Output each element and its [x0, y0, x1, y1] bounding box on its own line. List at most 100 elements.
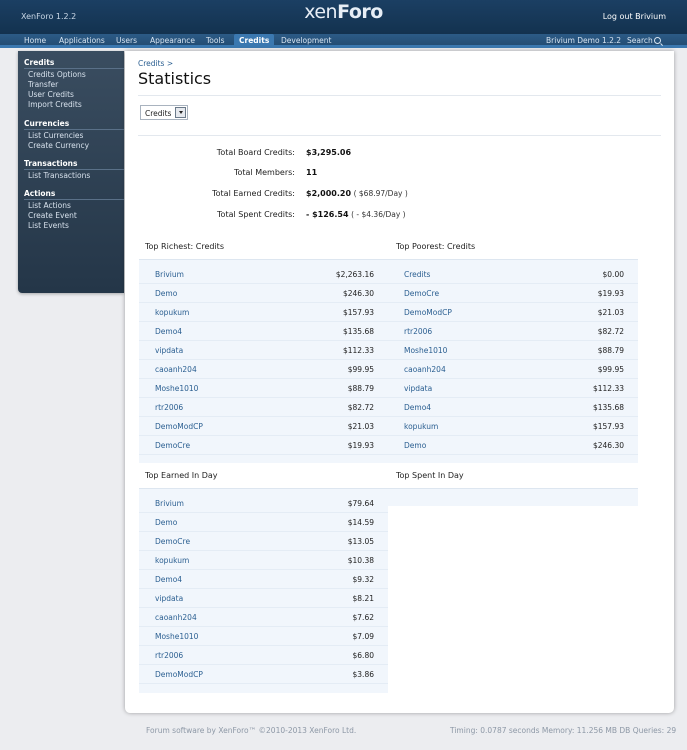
credit-amount: $2,263.16	[335, 270, 374, 279]
sidebar-item-list-currencies[interactable]: List Currencies	[28, 131, 83, 140]
sidebar-item-import-credits[interactable]: Import Credits	[28, 100, 82, 109]
credit-amount: $157.93	[592, 422, 624, 431]
credit-amount: $19.93	[597, 289, 624, 298]
tab-development[interactable]: Development	[281, 36, 332, 45]
user-link[interactable]: Demo4	[404, 403, 431, 412]
user-link[interactable]: Demo	[155, 289, 177, 298]
user-link[interactable]: DemoModCP	[155, 422, 203, 431]
tab-home[interactable]: Home	[24, 36, 46, 45]
user-link[interactable]: rtr2006	[155, 651, 183, 660]
content-panel: Credits > Statistics Credits Total Board…	[125, 51, 674, 713]
list-item: Moshe1010 $88.79	[388, 341, 638, 360]
search-link[interactable]: Search	[627, 36, 661, 45]
sidebar-item-create-event[interactable]: Create Event	[28, 211, 77, 220]
credit-amount: $14.59	[347, 518, 374, 527]
credit-amount: $6.80	[352, 651, 374, 660]
credit-amount: $7.62	[352, 613, 374, 622]
sidebar-item-list-transactions[interactable]: List Transactions	[28, 171, 90, 180]
user-link[interactable]: vipdata	[404, 384, 432, 393]
user-link[interactable]: DemoCre	[155, 537, 190, 546]
sidebar-item-transfer[interactable]: Transfer	[28, 80, 58, 89]
list-item: Brivium $2,263.16	[139, 265, 388, 284]
credit-amount: $21.03	[347, 422, 374, 431]
list-item: Demo4 $135.68	[139, 322, 388, 341]
credit-amount: $82.72	[597, 327, 624, 336]
xenforo-logo[interactable]: xenForo	[0, 1, 687, 23]
stat-label-earned: Total Earned Credits:	[212, 189, 295, 198]
stat-value-members: 11	[306, 168, 317, 177]
credit-amount: $99.95	[597, 365, 624, 374]
credit-amount: $79.64	[347, 499, 374, 508]
list-item: DemoCre $19.93	[388, 284, 638, 303]
tab-users[interactable]: Users	[116, 36, 137, 45]
list-item: caoanh204 $99.95	[388, 360, 638, 379]
credit-amount: $10.38	[347, 556, 374, 565]
search-label: Search	[627, 36, 653, 45]
breadcrumb[interactable]: Credits >	[138, 59, 173, 68]
user-link[interactable]: Moshe1010	[155, 384, 198, 393]
stat-per-day: ( - $4.36/Day )	[351, 210, 406, 219]
stat-value-board: $3,295.06	[306, 148, 351, 157]
currency-select-value: Credits	[145, 109, 172, 118]
tab-tools[interactable]: Tools	[206, 36, 224, 45]
sidebar-item-user-credits[interactable]: User Credits	[28, 90, 74, 99]
user-link[interactable]: caoanh204	[404, 365, 446, 374]
user-link[interactable]: vipdata	[155, 594, 183, 603]
list-item: DemoCre $13.05	[139, 532, 388, 551]
list-item: Demo $14.59	[139, 513, 388, 532]
credit-amount: $13.05	[347, 537, 374, 546]
list-item: rtr2006 $82.72	[139, 398, 388, 417]
user-link[interactable]: Demo	[404, 441, 426, 450]
user-link[interactable]: DemoCre	[155, 441, 190, 450]
credit-amount: $135.68	[592, 403, 624, 412]
user-link[interactable]: DemoModCP	[404, 308, 452, 317]
credit-amount: $21.03	[597, 308, 624, 317]
sidebar: Credits Credits Options Transfer User Cr…	[18, 51, 124, 293]
sidebar-item-list-events[interactable]: List Events	[28, 221, 69, 230]
list-item: DemoModCP $3.86	[139, 665, 388, 684]
credit-amount: $19.93	[347, 441, 374, 450]
page-title: Statistics	[138, 69, 212, 88]
sidebar-item-list-actions[interactable]: List Actions	[28, 201, 71, 210]
user-link[interactable]: vipdata	[155, 346, 183, 355]
sidebar-divider	[24, 129, 124, 130]
list-item: vipdata $112.33	[388, 379, 638, 398]
user-link[interactable]: caoanh204	[155, 613, 197, 622]
user-link[interactable]: rtr2006	[404, 327, 432, 336]
user-link[interactable]: DemoCre	[404, 289, 439, 298]
user-link[interactable]: Demo	[155, 518, 177, 527]
stat-number: $2,000.20	[306, 189, 352, 198]
user-link[interactable]: Demo4	[155, 575, 182, 584]
currency-select[interactable]: Credits	[140, 105, 188, 120]
user-link[interactable]: kopukum	[155, 556, 189, 565]
logout-link[interactable]: Log out Brivium	[603, 12, 666, 21]
user-link[interactable]: kopukum	[404, 422, 438, 431]
user-link[interactable]: Moshe1010	[155, 632, 198, 641]
sidebar-item-create-currency[interactable]: Create Currency	[28, 141, 89, 150]
footer-copyright: Forum software by XenForo™ ©2010-2013 Xe…	[146, 726, 357, 735]
user-link[interactable]: Moshe1010	[404, 346, 447, 355]
user-link[interactable]: Demo4	[155, 327, 182, 336]
list-item: Demo $246.30	[139, 284, 388, 303]
sidebar-item-credits-options[interactable]: Credits Options	[28, 70, 86, 79]
list-item: DemoModCP $21.03	[388, 303, 638, 322]
credit-amount: $7.09	[352, 632, 374, 641]
tab-credits[interactable]: Credits	[234, 34, 275, 48]
user-link[interactable]: Brivium	[155, 499, 184, 508]
user-link[interactable]: DemoModCP	[155, 670, 203, 679]
user-link[interactable]: Brivium	[155, 270, 184, 279]
chevron-down-icon[interactable]	[175, 107, 186, 118]
site-link[interactable]: Brivium Demo 1.2.2	[546, 36, 621, 45]
user-link[interactable]: caoanh204	[155, 365, 197, 374]
sidebar-group-credits: Credits	[24, 58, 55, 67]
list-item: Brivium $79.64	[139, 494, 388, 513]
main-nav: Home Applications Users Appearance Tools…	[0, 34, 687, 48]
richest-title: Top Richest: Credits	[145, 242, 224, 251]
spent-title: Top Spent In Day	[396, 471, 464, 480]
tab-applications[interactable]: Applications	[59, 36, 105, 45]
user-link[interactable]: Credits	[404, 270, 430, 279]
tab-appearance[interactable]: Appearance	[150, 36, 195, 45]
user-link[interactable]: kopukum	[155, 308, 189, 317]
user-link[interactable]: rtr2006	[155, 403, 183, 412]
credit-amount: $135.68	[342, 327, 374, 336]
